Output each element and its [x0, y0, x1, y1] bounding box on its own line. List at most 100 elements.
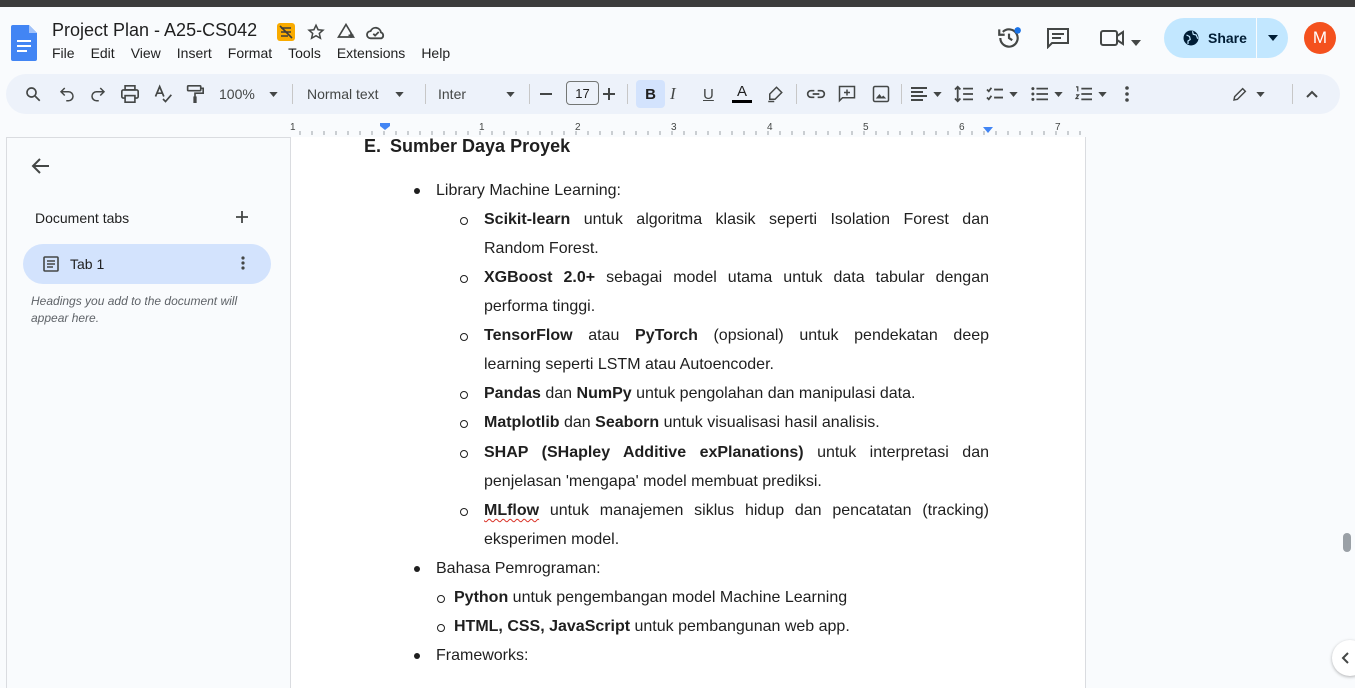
document-title[interactable]: Project Plan - A25-CS042	[52, 20, 257, 41]
window-top-strip	[0, 0, 1355, 7]
chevron-down-icon	[1054, 91, 1063, 97]
bullet-circle	[460, 420, 468, 428]
font-size-input[interactable]: 17	[566, 81, 599, 105]
chevron-down-icon	[1267, 35, 1278, 41]
bullet-circle	[460, 450, 468, 458]
print-icon[interactable]	[120, 82, 140, 106]
menu-format[interactable]: Format	[228, 45, 272, 61]
bullet-circle	[460, 275, 468, 283]
toolbar-divider	[292, 84, 293, 104]
bold-button[interactable]: B	[636, 80, 665, 108]
insert-link-icon[interactable]	[806, 82, 826, 106]
document-outline-sidebar: Document tabs Tab 1 Headings you add to …	[6, 137, 290, 688]
chevron-down-icon	[506, 91, 515, 97]
list-item: Frameworks:	[436, 647, 529, 664]
share-label: Share	[1208, 30, 1247, 46]
title-bar: Project Plan - A25-CS042 File Edit View …	[0, 7, 1355, 71]
undo-icon[interactable]	[58, 82, 76, 106]
left-indent-marker	[380, 123, 390, 130]
list-item-continuation: performa tinggi.	[484, 298, 596, 315]
paragraph-style-select[interactable]: Normal text	[307, 82, 404, 106]
tab-item-tab-1[interactable]: Tab 1	[23, 244, 271, 284]
font-family-select[interactable]: Inter	[438, 82, 515, 106]
italic-button[interactable]: I	[670, 82, 676, 106]
insert-image-icon[interactable]	[872, 82, 890, 106]
bullet-circle	[460, 508, 468, 516]
editing-mode-select[interactable]	[1232, 82, 1265, 106]
menu-extensions[interactable]: Extensions	[337, 45, 405, 61]
zoom-select[interactable]: 100%	[219, 82, 278, 106]
zoom-value: 100%	[219, 86, 255, 102]
toolbar-divider	[627, 84, 628, 104]
horizontal-ruler[interactable]: 1 1 2 3 4 5 6 7	[290, 119, 1086, 136]
comments-icon[interactable]	[1046, 27, 1070, 54]
bullet-circle	[460, 391, 468, 399]
bullet-circle	[437, 624, 445, 632]
document-page[interactable]: E. Sumber Daya Proyek Library Machine Lea…	[290, 137, 1086, 688]
menu-insert[interactable]: Insert	[177, 45, 212, 61]
vertical-scrollbar-thumb[interactable]	[1343, 533, 1351, 552]
menu-edit[interactable]: Edit	[91, 45, 115, 61]
hide-menus-icon[interactable]	[1306, 82, 1318, 106]
list-item: TensorFlow atau PyTorch (opsional) untuk…	[484, 327, 990, 344]
paint-format-icon[interactable]	[186, 82, 204, 106]
chevron-down-icon	[933, 91, 942, 97]
ruler-label: 3	[671, 122, 677, 133]
ruler-label: 4	[767, 122, 773, 133]
highlight-color-icon[interactable]	[766, 82, 784, 106]
decrease-font-size-icon[interactable]	[539, 82, 553, 106]
list-item: Bahasa Pemrograman:	[436, 560, 601, 577]
side-panel-toggle-button[interactable]	[1332, 640, 1355, 676]
menu-tools[interactable]: Tools	[288, 45, 321, 61]
star-icon[interactable]	[305, 21, 327, 43]
cloud-saved-icon[interactable]	[365, 21, 387, 43]
underline-button[interactable]: U	[703, 82, 714, 106]
menu-view[interactable]: View	[131, 45, 161, 61]
paragraph-style-value: Normal text	[307, 86, 379, 102]
account-avatar[interactable]: M	[1304, 22, 1336, 54]
add-comment-icon[interactable]	[838, 82, 856, 106]
search-menus-icon[interactable]	[24, 82, 42, 106]
checklist-select[interactable]	[986, 82, 1018, 106]
add-tab-button[interactable]	[235, 208, 249, 229]
redo-icon[interactable]	[89, 82, 107, 106]
toolbar-divider	[796, 84, 797, 104]
bullet-circle	[460, 333, 468, 341]
font-family-value: Inter	[438, 86, 467, 102]
drive-badge-icon[interactable]	[275, 21, 297, 43]
bulleted-list-select[interactable]	[1031, 82, 1063, 106]
menu-file[interactable]: File	[52, 45, 75, 61]
toolbar-divider	[425, 84, 426, 104]
back-arrow-icon[interactable]	[31, 156, 51, 176]
ruler-label: 7	[1055, 122, 1061, 133]
list-item: XGBoost 2.0+ sebagai model utama untuk d…	[484, 269, 989, 286]
list-item: Scikit-learn untuk algoritma klasik sepe…	[484, 211, 989, 228]
more-options-icon[interactable]	[1125, 82, 1129, 106]
numbered-list-select[interactable]	[1075, 82, 1107, 106]
version-history-icon[interactable]	[996, 25, 1022, 56]
tab-more-options-icon[interactable]	[241, 254, 245, 275]
share-button[interactable]: Share	[1164, 18, 1256, 58]
google-docs-logo-icon[interactable]	[11, 25, 37, 61]
globe-icon	[1183, 30, 1199, 46]
meet-dropdown-icon[interactable]	[1131, 33, 1141, 51]
checklist-icon	[986, 87, 1003, 101]
bullet-disc	[414, 566, 420, 572]
meet-icon[interactable]	[1100, 29, 1126, 52]
numbered-list-icon	[1075, 86, 1092, 101]
align-select[interactable]	[910, 82, 942, 106]
menu-help[interactable]: Help	[421, 45, 450, 61]
increase-font-size-icon[interactable]	[602, 82, 616, 106]
toolbar-divider	[901, 84, 902, 104]
ruler-label: 2	[575, 122, 581, 133]
list-item: Library Machine Learning:	[436, 182, 621, 199]
heading-text: Sumber Daya Proyek	[390, 137, 571, 156]
text-color-button[interactable]: A	[732, 82, 752, 106]
plus-icon	[236, 211, 248, 223]
ruler-label: 5	[863, 122, 869, 133]
bulleted-list-icon	[1031, 87, 1048, 101]
line-spacing-icon[interactable]	[954, 82, 974, 106]
move-to-folder-icon[interactable]	[335, 21, 357, 43]
spellcheck-icon[interactable]	[153, 82, 173, 106]
share-dropdown-button[interactable]	[1257, 18, 1288, 58]
